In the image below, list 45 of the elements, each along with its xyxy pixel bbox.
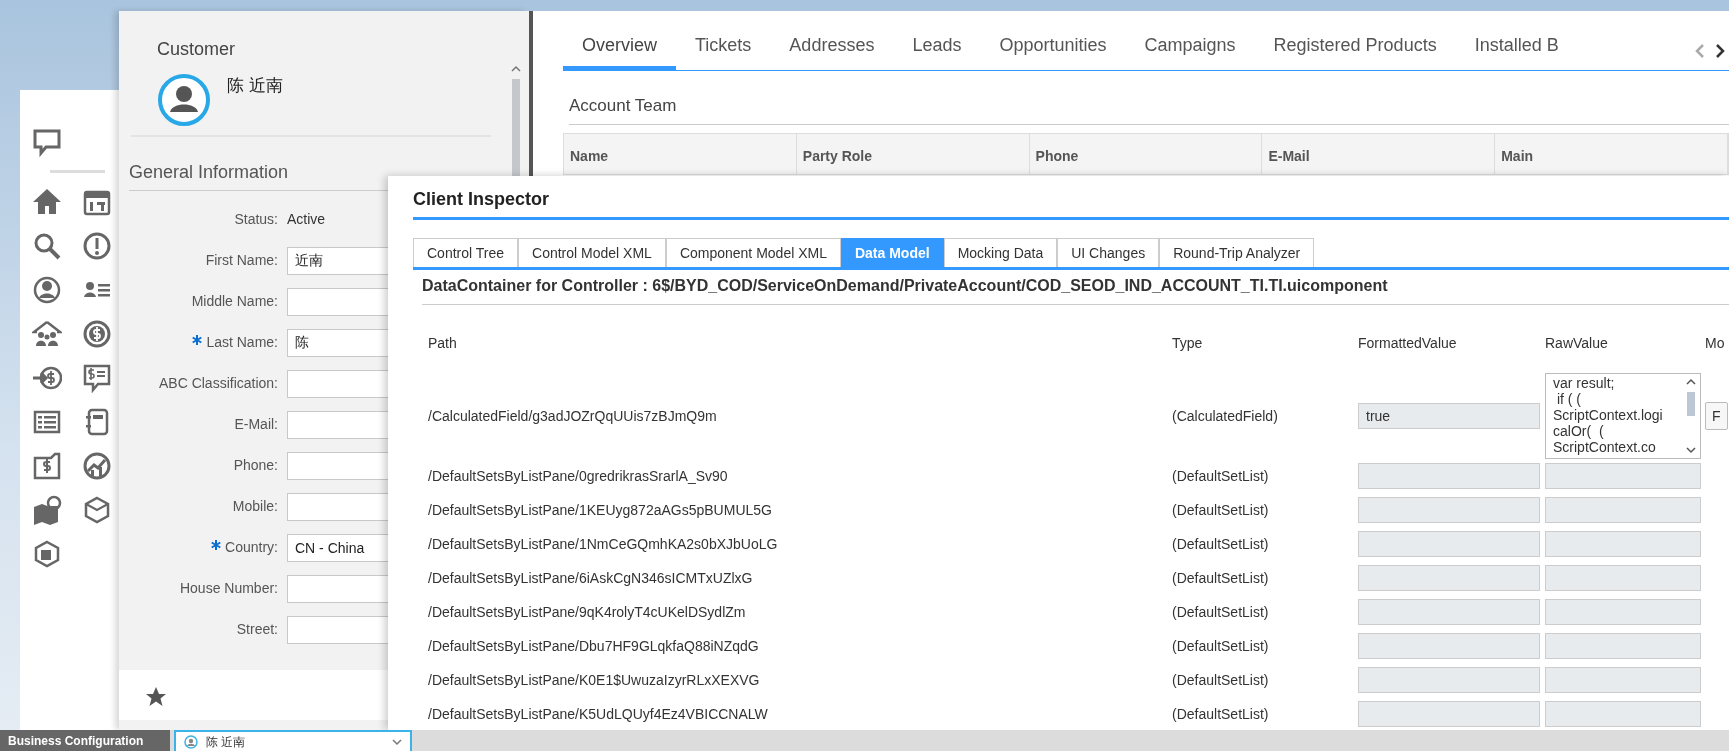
field-label: Phone: bbox=[233, 457, 278, 473]
table-cell-text: /DefaultSetsByListPane/K5UdLQUyf4Ez4VBICCNALW bbox=[428, 704, 768, 724]
field-label: House Number: bbox=[179, 580, 278, 596]
table-cell-text: (CalculatedField) bbox=[1172, 406, 1278, 426]
table-cell-text: /CalculatedField/g3adJOZrQqUUis7zBJmQ9m bbox=[428, 406, 717, 426]
customer-name: 陈 近南 bbox=[227, 74, 284, 97]
column-header: RawValue bbox=[1545, 333, 1608, 353]
table-cell-text: (DefaultSetList) bbox=[1172, 704, 1269, 724]
table-cell-text: (DefaultSetList) bbox=[1172, 602, 1269, 622]
table-cell-text: (DefaultSetList) bbox=[1172, 500, 1269, 520]
panel-title: Customer bbox=[157, 38, 236, 61]
table-cell-text: /DefaultSetsByListPane/K0E1$UwuzaIzyrRLxXEXVG bbox=[428, 670, 760, 690]
column-header: Name bbox=[564, 133, 797, 174]
column-header: FormattedValue bbox=[1358, 333, 1457, 353]
field-label: E-Mail: bbox=[234, 416, 278, 432]
table-cell-text: (DefaultSetList) bbox=[1172, 466, 1269, 486]
table-cell-text: (DefaultSetList) bbox=[1172, 534, 1269, 554]
field-label: First Name: bbox=[205, 252, 278, 268]
field-label: Country: bbox=[211, 539, 278, 555]
table-cell-text: /DefaultSetsByListPane/0gredrikrasSrarlA_Sv90 bbox=[428, 466, 728, 486]
section-title: Account Team bbox=[569, 93, 1729, 125]
field-label: Street: bbox=[236, 621, 278, 637]
table-cell-text: (DefaultSetList) bbox=[1172, 670, 1269, 690]
table-cell-text: /DefaultSetsByListPane/1NmCeGQmhKA2s0bXJbUoLG bbox=[428, 534, 778, 554]
column-header: E-Mail bbox=[1262, 133, 1496, 174]
heading: DataContainer for Controller : 6$/BYD_COD/ServiceOnDemand/PrivateAccount/COD_SEOD_IND_ACCOUNT_TI.TI.uicomponent bbox=[422, 270, 1729, 305]
column-header: Main bbox=[1495, 133, 1728, 174]
column-header: Phone bbox=[1029, 133, 1263, 174]
column-header: Mo bbox=[1705, 333, 1725, 353]
table-cell-text: /DefaultSetsByListPane/Dbu7HF9GLqkfaQ88iNZqdG bbox=[428, 636, 759, 656]
field-label: Mobile: bbox=[232, 498, 278, 514]
table-cell-text: (DefaultSetList) bbox=[1172, 636, 1269, 656]
column-header: Party Role bbox=[796, 133, 1030, 174]
table-cell-text: /DefaultSetsByListPane/9qK4rolyT4cUKelDSydlZm bbox=[428, 602, 746, 622]
window-title: Client Inspector bbox=[413, 188, 550, 211]
table-cell-text: /DefaultSetsByListPane/1KEUyg872aAGs5pBUMUL5G bbox=[428, 500, 772, 520]
column-header: Type bbox=[1172, 333, 1203, 353]
field-value: Active bbox=[287, 210, 326, 229]
field-label: Status: bbox=[234, 211, 278, 227]
table-cell-text: (DefaultSetList) bbox=[1172, 568, 1269, 588]
table-cell-text: /DefaultSetsByListPane/6iAskCgN346sICMTxUZlxG bbox=[428, 568, 753, 588]
field-label: Last Name: bbox=[192, 334, 278, 350]
field-label: Middle Name: bbox=[191, 293, 278, 309]
field-label: ABC Classification: bbox=[158, 375, 278, 391]
column-header: Path bbox=[428, 333, 457, 353]
